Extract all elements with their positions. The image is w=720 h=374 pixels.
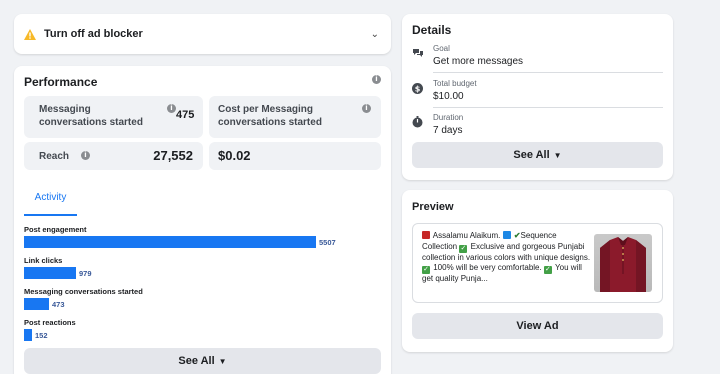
- tab-activity[interactable]: Activity: [24, 192, 77, 216]
- activity-value: 473: [52, 300, 65, 309]
- activity-bar: [24, 329, 32, 341]
- activity-bar: [24, 236, 316, 248]
- activity-value: 979: [79, 269, 92, 278]
- info-icon[interactable]: i: [167, 104, 176, 113]
- activity-row: Post engagement 5507: [24, 225, 384, 249]
- metric-label: Reach: [39, 151, 70, 162]
- ad-blocker-banner[interactable]: Turn off ad blocker ⌄: [14, 14, 391, 54]
- performance-card: Performance i Messaging conversations st…: [14, 66, 391, 374]
- activity-bar: [24, 267, 76, 279]
- ad-preview[interactable]: Assalamu Alaikum. ✔Sequence Collection ✓…: [412, 223, 663, 303]
- metric-messaging-conversations: Messaging conversations started i 475: [24, 96, 203, 138]
- activity-label: Post reactions: [24, 318, 76, 327]
- details-card: Details Goal Get more messages $ Total b…: [402, 14, 673, 180]
- check-box-icon: ✓: [459, 244, 468, 253]
- info-icon[interactable]: i: [81, 151, 90, 160]
- chevron-down-icon[interactable]: ⌄: [371, 29, 379, 40]
- check-box-icon: ✓: [422, 266, 430, 274]
- chat-bubbles-icon: [412, 46, 423, 57]
- metric-cost-value: $0.02: [209, 142, 381, 170]
- detail-value: 7 days: [433, 125, 463, 136]
- metric-cost-per-conversation: Cost per Messaging conversations started…: [209, 96, 381, 138]
- detail-key: Goal: [433, 44, 450, 53]
- preview-card: Preview Assalamu Alaikum. ✔Sequence Coll…: [402, 190, 673, 352]
- metric-value: 475: [176, 109, 195, 121]
- detail-value: $10.00: [433, 91, 464, 102]
- see-all-button[interactable]: See All ▼: [24, 348, 381, 374]
- chevron-down-icon: ▼: [553, 150, 562, 160]
- activity-value: 5507: [319, 238, 336, 247]
- detail-key: Total budget: [433, 79, 477, 88]
- metric-label: Messaging conversations started: [39, 104, 143, 128]
- preview-title: Preview: [412, 201, 454, 213]
- tab-underline: [24, 214, 77, 216]
- warning-icon: [24, 28, 36, 40]
- view-ad-button[interactable]: View Ad: [412, 313, 663, 339]
- dollar-icon: $: [412, 81, 423, 94]
- divider: [433, 107, 663, 108]
- check-mark-icon: ✔: [513, 231, 521, 240]
- detail-value: Get more messages: [433, 56, 524, 67]
- product-thumbnail: [594, 234, 652, 292]
- activity-label: Messaging conversations started: [24, 287, 143, 296]
- see-all-label: See All: [513, 149, 550, 161]
- activity-label: Link clicks: [24, 256, 63, 265]
- chevron-down-icon: ▼: [218, 356, 227, 366]
- activity-bar: [24, 298, 49, 310]
- detail-key: Duration: [433, 113, 464, 122]
- info-icon[interactable]: i: [362, 104, 371, 113]
- activity-row: Post reactions 152: [24, 318, 384, 342]
- performance-title: Performance: [24, 75, 98, 89]
- ad-preview-text: Assalamu Alaikum. ✔Sequence Collection ✓…: [422, 231, 591, 283]
- check-box-icon: ✓: [543, 266, 552, 274]
- blue-square-icon: [502, 231, 511, 239]
- tab-label: Activity: [34, 192, 67, 203]
- ad-blocker-label: Turn off ad blocker: [44, 28, 143, 40]
- metric-label: Cost per Messaging conversations started: [218, 104, 322, 128]
- activity-label: Post engagement: [24, 225, 87, 234]
- see-all-label: See All: [178, 355, 215, 367]
- info-icon[interactable]: i: [372, 75, 381, 84]
- metric-value: 27,552: [153, 148, 193, 163]
- activity-row: Link clicks 979: [24, 256, 384, 280]
- see-all-button[interactable]: See All ▼: [412, 142, 663, 168]
- activity-value: 152: [35, 331, 48, 340]
- metric-reach: Reach i 27,552: [24, 142, 203, 170]
- red-square-icon: [422, 231, 430, 239]
- metric-value: $0.02: [218, 148, 251, 163]
- divider: [433, 72, 663, 73]
- activity-row: Messaging conversations started 473: [24, 287, 384, 311]
- svg-text:$: $: [415, 84, 421, 93]
- details-title: Details: [412, 23, 452, 37]
- stopwatch-icon: [412, 115, 423, 128]
